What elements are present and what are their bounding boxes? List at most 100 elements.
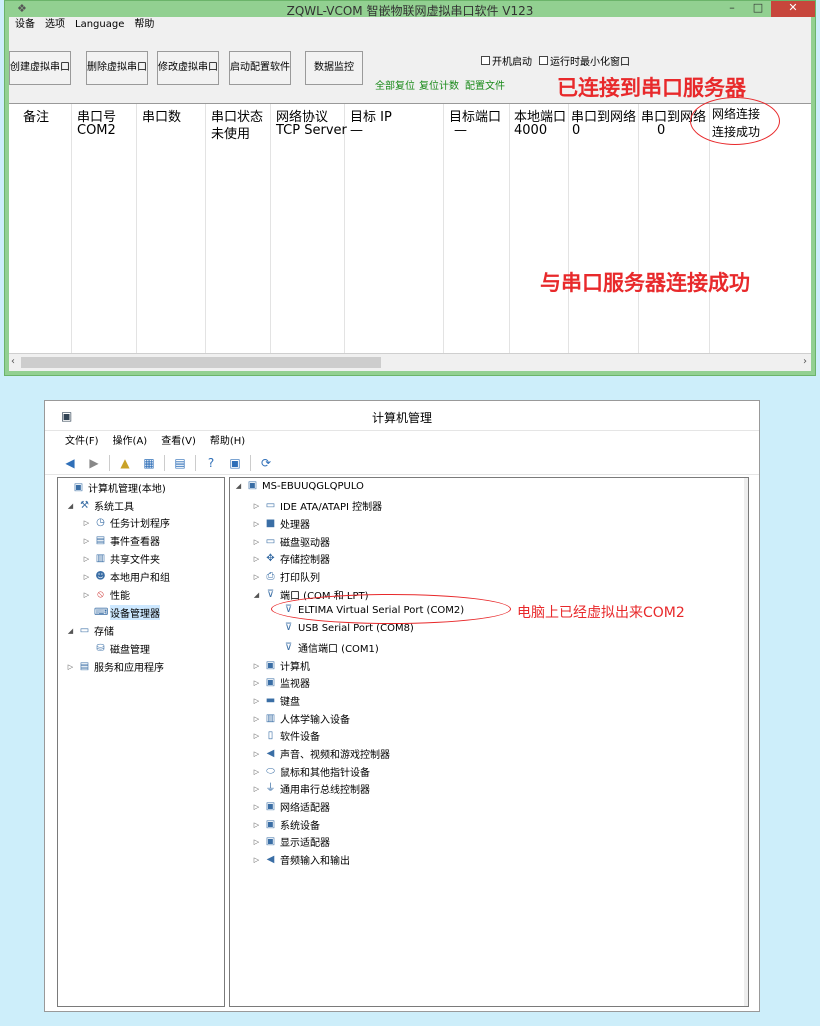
tree-item-storage[interactable]: ◢ ▭ 存储 [66,623,114,639]
collapsed-arrow-icon[interactable]: ▷ [252,856,261,864]
create-vport-button[interactable]: 创建虚拟串口 [9,51,71,85]
config-tool-button[interactable]: 启动配置软件 [229,51,291,85]
device-category[interactable]: ▷ ■ 处理器 [252,516,310,532]
collapsed-arrow-icon[interactable]: ▷ [252,538,261,546]
collapsed-arrow-icon[interactable]: ▷ [82,555,91,563]
menu-action[interactable]: 操作(A) [113,433,148,451]
menu-help[interactable]: 帮助 [134,17,154,33]
device-category[interactable]: ▷ ▣ 计算机 [252,658,310,674]
properties-icon[interactable]: ▤ [171,454,189,472]
collapsed-arrow-icon[interactable]: ▷ [252,502,261,510]
tree-item-services[interactable]: ▷ ▤ 服务和应用程序 [66,659,164,675]
device-category[interactable]: ▷ ⎙ 打印队列 [252,569,320,585]
delete-vport-button[interactable]: 删除虚拟串口 [86,51,148,85]
device-com1[interactable]: ⊽ 通信端口 (COM1) [270,640,379,656]
device-category[interactable]: ▷ ▯ 软件设备 [252,728,320,744]
device-category[interactable]: ▷ ⏚ 通用串行总线控制器 [252,781,370,797]
col-header-tx1[interactable]: 串口到网络 [571,106,636,125]
menu-file[interactable]: 文件(F) [65,433,99,451]
minimize-checkbox[interactable]: 运行时最小化窗口 [539,53,630,68]
collapsed-arrow-icon[interactable]: ▷ [252,679,261,687]
collapsed-arrow-icon[interactable]: ▷ [252,555,261,563]
device-category[interactable]: ▷ ⬭ 鼠标和其他指针设备 [252,764,370,780]
collapsed-arrow-icon[interactable]: ▷ [82,519,91,527]
collapsed-arrow-icon[interactable]: ▷ [252,662,261,670]
expanded-arrow-icon[interactable]: ◢ [252,591,261,599]
tree-item-device-manager[interactable]: ⌨ 设备管理器 [82,605,160,620]
collapsed-arrow-icon[interactable]: ▷ [252,803,261,811]
collapsed-arrow-icon[interactable]: ▷ [252,768,261,776]
tree-item-computer-management[interactable]: ▣ 计算机管理(本地) [60,480,166,496]
forward-icon[interactable]: ▶ [85,454,103,472]
back-icon[interactable]: ◀ [61,454,79,472]
computer-icon: ▣ [265,659,276,671]
checkbox-box[interactable] [481,56,490,65]
scan-hardware-icon[interactable]: ⟳ [257,454,275,472]
device-category[interactable]: ▷ ◀ 声音、视频和游戏控制器 [252,746,390,762]
device-root[interactable]: ◢ ▣ MS-EBUUQGLQPULO [234,480,364,492]
tree-item-disk-management[interactable]: ⛁ 磁盘管理 [82,641,150,657]
menu-options[interactable]: 选项 [45,17,65,33]
tree-item-shared-folders[interactable]: ▷ ▥ 共享文件夹 [82,551,160,567]
expanded-arrow-icon[interactable]: ◢ [66,502,75,510]
collapsed-arrow-icon[interactable]: ▷ [252,732,261,740]
collapsed-arrow-icon[interactable]: ▷ [252,838,261,846]
expanded-arrow-icon[interactable]: ◢ [234,482,243,490]
collapsed-arrow-icon[interactable]: ▷ [252,573,261,581]
up-folder-icon[interactable]: ▲ [116,454,134,472]
tree-item-performance[interactable]: ▷ ⦸ 性能 [82,587,130,603]
data-monitor-button[interactable]: 数据监控 [305,51,363,85]
tree-item-local-users[interactable]: ▷ ☻ 本地用户和组 [82,569,170,585]
scroll-thumb[interactable] [21,357,381,368]
tree-item-event-viewer[interactable]: ▷ ▤ 事件查看器 [82,533,160,549]
device-category[interactable]: ▷ ▣ 网络适配器 [252,799,330,815]
menu-view[interactable]: 查看(V) [161,433,196,451]
device-category[interactable]: ▷ ▣ 监视器 [252,675,310,691]
vertical-scrollbar[interactable] [744,478,748,1006]
minimize-icon[interactable]: – [719,1,745,17]
device-category[interactable]: ▷ ▭ 磁盘驱动器 [252,534,330,550]
device-category[interactable]: ▷ ▣ 显示适配器 [252,834,330,850]
collapsed-arrow-icon[interactable]: ▷ [82,573,91,581]
checkbox-box[interactable] [539,56,548,65]
maximize-icon[interactable]: □ [745,1,771,17]
collapsed-arrow-icon[interactable]: ▷ [252,750,261,758]
collapsed-arrow-icon[interactable]: ▷ [252,715,261,723]
col-header-net[interactable]: 网络连接 [712,105,760,122]
storage-icon: ▭ [79,624,90,636]
autostart-checkbox[interactable]: 开机启动 [481,53,532,68]
scroll-left-icon[interactable]: ‹ [11,356,15,367]
scroll-right-icon[interactable]: › [803,356,807,367]
collapsed-arrow-icon[interactable]: ▷ [66,663,75,671]
menu-device[interactable]: 设备 [15,17,35,33]
help-icon[interactable]: ? [202,454,220,472]
horizontal-scrollbar[interactable]: ‹ › [9,353,811,371]
device-category[interactable]: ▷ ◀ 音频输入和输出 [252,852,350,868]
device-category[interactable]: ▷ ▬ 键盘 [252,693,300,709]
device-category[interactable]: ▷ ▭ IDE ATA/ATAPI 控制器 [252,498,382,514]
close-icon[interactable]: ✕ [771,1,815,17]
tree-item-task-scheduler[interactable]: ▷ ◷ 任务计划程序 [82,515,170,531]
show-pane-icon[interactable]: ▣ [226,454,244,472]
collapsed-arrow-icon[interactable]: ▷ [252,520,261,528]
device-manager-icon: ⌨ [94,606,109,618]
collapsed-arrow-icon[interactable]: ▷ [82,591,91,599]
config-file-link[interactable]: 配置文件 [465,77,505,92]
reset-all-link[interactable]: 全部复位 [375,77,415,92]
device-category[interactable]: ▷ ✥ 存储控制器 [252,551,330,567]
col-header-note[interactable]: 备注 [23,106,49,125]
collapsed-arrow-icon[interactable]: ▷ [82,537,91,545]
col-header-count[interactable]: 串口数 [142,106,181,125]
collapsed-arrow-icon[interactable]: ▷ [252,697,261,705]
expanded-arrow-icon[interactable]: ◢ [66,627,75,635]
collapsed-arrow-icon[interactable]: ▷ [252,785,261,793]
tree-item-system-tools[interactable]: ◢ ⚒ 系统工具 [66,498,134,514]
menu-help[interactable]: 帮助(H) [210,433,245,451]
modify-vport-button[interactable]: 修改虚拟串口 [157,51,219,85]
device-category[interactable]: ▷ ▣ 系统设备 [252,817,320,833]
menu-language[interactable]: Language [75,17,124,33]
device-category[interactable]: ▷ ▥ 人体学输入设备 [252,711,350,727]
reset-count-link[interactable]: 复位计数 [419,77,459,92]
console-tree-icon[interactable]: ▦ [140,454,158,472]
collapsed-arrow-icon[interactable]: ▷ [252,821,261,829]
